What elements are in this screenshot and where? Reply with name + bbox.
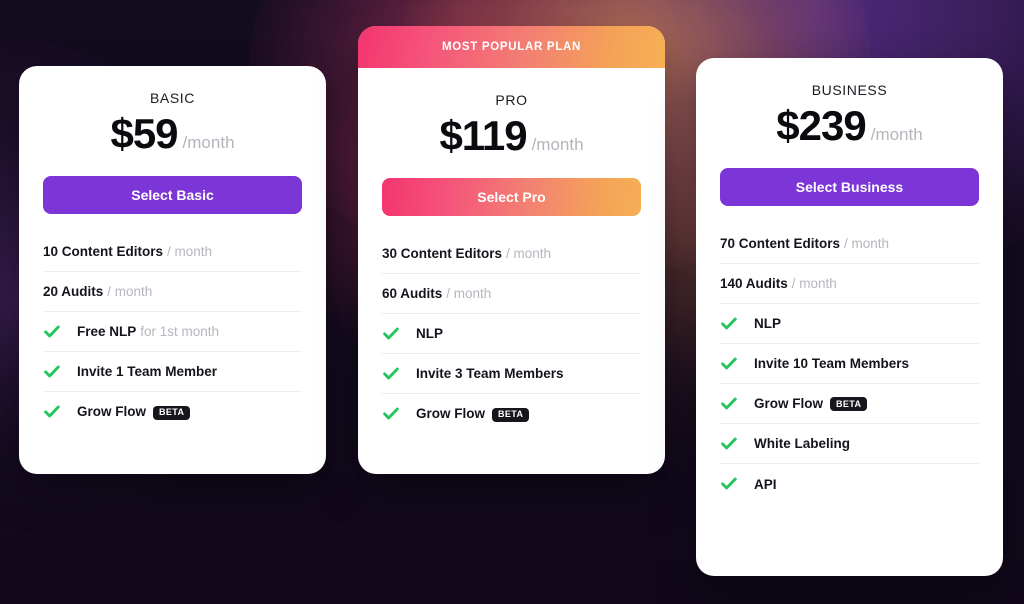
feature-label: Grow Flow <box>416 406 485 422</box>
feature-label: 10 Content Editors <box>43 244 164 259</box>
price-period-business: /month <box>870 125 923 144</box>
feature-text: Invite 1 Team Member <box>77 364 217 379</box>
price-amount-pro: $119 <box>439 112 527 159</box>
feature-text: API <box>754 477 777 492</box>
select-business-button[interactable]: Select Business <box>720 168 979 206</box>
feature-qualifier: / month <box>844 236 890 251</box>
price-amount-business: $239 <box>776 102 866 149</box>
feature-text: NLP <box>754 316 781 331</box>
feature-label: Invite 10 Team Members <box>754 356 910 371</box>
feature-text: 70 Content Editors / month <box>720 236 889 251</box>
feature-text: Free NLP for 1st month <box>77 324 219 339</box>
features-list-pro: 30 Content Editors / month 60 Audits / mont… <box>382 234 641 434</box>
feature-label: Invite 3 Team Members <box>416 366 564 381</box>
feature-label: 140 Audits <box>720 276 788 291</box>
feature-label: White Labeling <box>754 436 850 451</box>
feature-row: Grow Flow BETA <box>43 392 302 432</box>
feature-label: 20 Audits <box>43 284 104 299</box>
feature-row: NLP <box>720 304 979 344</box>
beta-badge: BETA <box>492 407 530 422</box>
features-list-business: 70 Content Editors / month 140 Audits / mon… <box>720 224 979 504</box>
pricing-card-pro: MOST POPULAR PLAN PRO $119/month Select Pro… <box>358 26 665 474</box>
feature-row: 20 Audits / month <box>43 272 302 312</box>
feature-qualifier: / month <box>506 246 552 261</box>
feature-text: Invite 10 Team Members <box>754 356 909 371</box>
feature-text: 20 Audits / month <box>43 284 152 299</box>
feature-row: 60 Audits / month <box>382 274 641 314</box>
feature-label: Invite 1 Team Member <box>77 364 218 379</box>
feature-text: 140 Audits / month <box>720 276 837 291</box>
feature-row: White Labeling <box>720 424 979 464</box>
feature-row: 10 Content Editors / month <box>43 232 302 272</box>
feature-row: Invite 3 Team Members <box>382 354 641 394</box>
feature-text: Grow Flow BETA <box>754 395 868 412</box>
most-popular-banner: MOST POPULAR PLAN <box>358 26 665 68</box>
card-body-basic: BASIC $59/month Select Basic 10 Content Edi… <box>19 66 326 432</box>
feature-qualifier: / month <box>107 284 153 299</box>
feature-label: 30 Content Editors <box>382 246 503 261</box>
check-icon <box>382 325 408 343</box>
feature-row: 70 Content Editors / month <box>720 224 979 264</box>
feature-label: NLP <box>754 316 781 331</box>
check-icon <box>43 403 69 421</box>
select-basic-button[interactable]: Select Basic <box>43 176 302 214</box>
price-period-basic: /month <box>182 133 235 152</box>
feature-qualifier: / month <box>446 286 492 301</box>
features-list-basic: 10 Content Editors / month 20 Audits / mont… <box>43 232 302 432</box>
most-popular-banner-label: MOST POPULAR PLAN <box>441 41 582 53</box>
feature-text: Invite 3 Team Members <box>416 366 564 381</box>
feature-text: Grow Flow BETA <box>416 406 530 422</box>
card-body-business: BUSINESS $239/month Select Business 70 Cont… <box>696 58 1003 504</box>
feature-row: Grow Flow BETA <box>720 384 979 424</box>
feature-row: Grow Flow BETA <box>382 394 641 434</box>
check-icon <box>43 323 69 341</box>
check-icon <box>382 365 408 383</box>
check-icon <box>720 315 746 333</box>
pricing-card-business: BUSINESS $239/month Select Business 70 Cont… <box>696 58 1003 576</box>
beta-badge: BETA <box>153 405 191 420</box>
check-icon <box>720 435 746 453</box>
feature-qualifier: for 1st month <box>140 324 220 339</box>
feature-text: Grow Flow BETA <box>77 404 191 420</box>
feature-label: NLP <box>416 326 443 341</box>
feature-qualifier: / month <box>167 244 213 259</box>
feature-row: NLP <box>382 314 641 354</box>
check-icon <box>43 363 69 381</box>
feature-row: API <box>720 464 979 504</box>
feature-row: Free NLP for 1st month <box>43 312 302 352</box>
price-amount-basic: $59 <box>110 110 178 157</box>
feature-row: Invite 10 Team Members <box>720 344 979 384</box>
feature-text: NLP <box>416 326 443 341</box>
price-row-pro: $119/month <box>382 112 641 160</box>
plan-name-basic: BASIC <box>149 90 195 106</box>
pricing-card-basic: BASIC $59/month Select Basic 10 Content Edi… <box>19 66 326 474</box>
check-icon <box>382 405 408 423</box>
feature-row: 140 Audits / month <box>720 264 979 304</box>
feature-text: 10 Content Editors / month <box>43 244 212 259</box>
pricing-cards-container: BASIC $59/month Select Basic 10 Content Edi… <box>0 0 1024 604</box>
feature-text: 30 Content Editors / month <box>382 246 551 261</box>
check-icon <box>720 475 746 493</box>
check-icon <box>720 395 746 413</box>
beta-badge: BETA <box>830 397 868 412</box>
feature-label: Grow Flow <box>77 404 146 420</box>
feature-text: White Labeling <box>754 436 850 451</box>
feature-label: 60 Audits <box>382 286 443 301</box>
plan-name-business: BUSINESS <box>811 82 888 98</box>
feature-qualifier: / month <box>791 276 837 291</box>
check-icon <box>720 355 746 373</box>
feature-label: 70 Content Editors <box>720 236 841 251</box>
feature-label: API <box>754 476 777 492</box>
price-period-pro: /month <box>531 135 584 154</box>
price-row-basic: $59/month <box>43 110 302 158</box>
feature-text: 60 Audits / month <box>382 286 491 301</box>
feature-row: Invite 1 Team Member <box>43 352 302 392</box>
feature-row: 30 Content Editors / month <box>382 234 641 274</box>
price-row-business: $239/month <box>720 102 979 150</box>
select-pro-button[interactable]: Select Pro <box>382 178 641 216</box>
feature-label: Free NLP <box>77 324 137 339</box>
plan-name-pro: PRO <box>495 92 528 108</box>
card-body-pro: PRO $119/month Select Pro 30 Content Editor… <box>358 68 665 434</box>
feature-label: Grow Flow <box>754 395 823 411</box>
